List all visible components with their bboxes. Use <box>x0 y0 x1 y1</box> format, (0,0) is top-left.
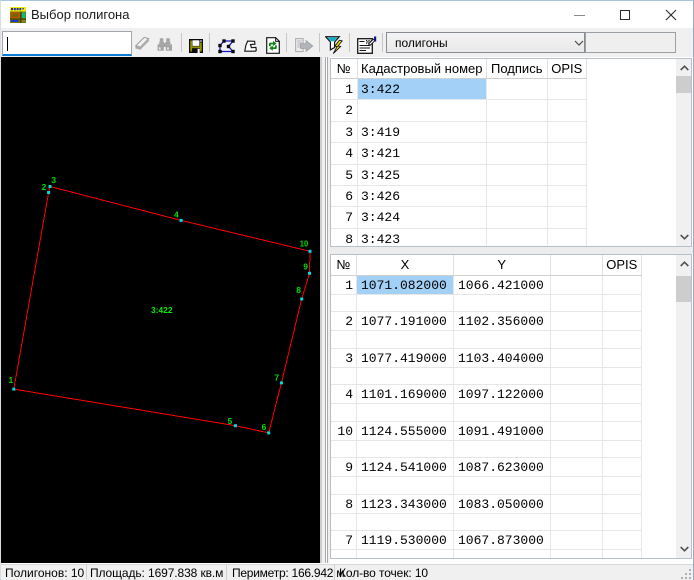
svg-text:1: 1 <box>9 375 14 385</box>
svg-text:8: 8 <box>296 285 301 295</box>
svg-text:10: 10 <box>300 239 309 249</box>
svg-text:3:422: 3:422 <box>151 305 173 315</box>
svg-text:7: 7 <box>274 372 279 382</box>
svg-text:9: 9 <box>303 261 308 271</box>
svg-text:2: 2 <box>42 182 47 192</box>
svg-text:6: 6 <box>262 422 267 432</box>
svg-text:5: 5 <box>228 416 233 426</box>
svg-text:4: 4 <box>174 209 179 219</box>
svg-text:3: 3 <box>51 175 56 185</box>
